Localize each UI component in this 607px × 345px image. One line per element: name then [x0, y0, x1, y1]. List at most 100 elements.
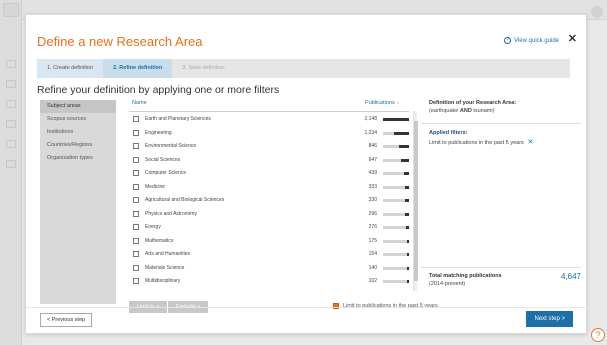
- background-sidebar: [0, 0, 22, 345]
- step-refine-definition: 2. Refine definition: [103, 59, 173, 78]
- publication-bar-fill: [405, 212, 409, 216]
- subject-checkbox[interactable]: [133, 116, 139, 122]
- definition-summary-panel: Definition of your Research Area: (earth…: [421, 100, 581, 290]
- filter-organization-types[interactable]: Organization types: [40, 152, 116, 165]
- list-item[interactable]: Social Sciences 647: [129, 155, 409, 166]
- definition-title: Definition of your Research Area:: [429, 100, 517, 106]
- publication-bar-fill: [406, 239, 409, 243]
- list-item[interactable]: Environmental Science 846: [129, 141, 409, 152]
- list-scrollbar[interactable]: [413, 111, 418, 291]
- subject-checkbox[interactable]: [133, 278, 139, 284]
- subject-checkbox[interactable]: [133, 224, 139, 230]
- view-quick-guide-link[interactable]: ? View quick guide: [504, 37, 559, 44]
- publication-bar-fill: [406, 280, 409, 283]
- subject-checkbox[interactable]: [133, 264, 139, 271]
- subject-name: Computer Science: [145, 170, 187, 176]
- total-matching-period: (2014-present): [429, 281, 466, 287]
- applied-filters-title: Applied filters:: [429, 130, 468, 136]
- filter-scopus-sources[interactable]: Scopus sources: [40, 113, 116, 126]
- remove-filter-icon[interactable]: ✕: [527, 139, 533, 146]
- total-matching-title: Total matching publications: [429, 273, 502, 279]
- publication-bar: [383, 253, 409, 256]
- help-icon[interactable]: ?: [591, 328, 605, 342]
- subject-name: Environmental Science: [145, 143, 197, 149]
- filter-countries-regions[interactable]: Countries/Regions: [40, 139, 116, 152]
- filter-subject-areas[interactable]: Subject areas: [40, 100, 116, 113]
- publication-bar: [383, 280, 409, 283]
- list-item[interactable]: Earth and Planetary Sciences 2,148: [129, 114, 409, 125]
- subject-name: Social Sciences: [145, 156, 181, 163]
- subject-checkbox[interactable]: [133, 237, 139, 244]
- publication-count: 330: [368, 197, 377, 203]
- publication-count: 439: [368, 170, 377, 176]
- publication-bar-fill: [406, 253, 409, 256]
- column-name-header[interactable]: Name: [132, 100, 147, 106]
- filter-institutions[interactable]: Institutions: [40, 126, 116, 139]
- list-item[interactable]: Energy 276: [129, 222, 409, 233]
- applied-filter-label: Limit to publications in the past 5 year…: [429, 140, 524, 146]
- subject-area-list: Earth and Planetary Sciences 2,148 Enginee…: [129, 111, 409, 288]
- definition-query: (earthquake AND tsunami): [429, 108, 494, 114]
- scroll-thumb[interactable]: [414, 121, 418, 281]
- subject-checkbox[interactable]: [133, 210, 139, 217]
- list-item[interactable]: Mathematics 175: [129, 236, 409, 247]
- previous-step-button[interactable]: < Previous step: [40, 313, 93, 327]
- subject-checkbox[interactable]: [133, 156, 139, 163]
- publication-bar-fill: [405, 226, 409, 229]
- quick-guide-label: View quick guide: [514, 37, 559, 44]
- limit-past-5-years-checkbox[interactable]: Limit to publications in the past 5 year…: [333, 303, 438, 309]
- define-research-area-modal: Define a new Research Area ? View quick …: [25, 14, 588, 334]
- publication-bar: [383, 226, 409, 229]
- publications-label: Publications: [365, 100, 395, 106]
- publication-bar-fill: [403, 172, 409, 175]
- subject-name: Agricultural and Biological Sciences: [145, 197, 225, 203]
- background-logo: [3, 3, 19, 17]
- list-item[interactable]: Computer Science 439: [129, 168, 409, 179]
- subject-name: Energy: [145, 224, 161, 230]
- subject-checkbox[interactable]: [133, 170, 139, 176]
- publication-bar-fill: [406, 266, 409, 270]
- publication-bar: [383, 239, 409, 243]
- subject-checkbox[interactable]: [133, 143, 139, 149]
- list-item[interactable]: Materials Science 140: [129, 263, 409, 274]
- subject-checkbox[interactable]: [133, 197, 139, 203]
- step-create-definition[interactable]: 1. Create definition: [37, 59, 104, 78]
- list-item[interactable]: Agricultural and Biological Sciences 330: [129, 195, 409, 206]
- publication-count: 846: [368, 143, 377, 149]
- publication-bar-fill: [401, 158, 409, 162]
- subject-name: Earth and Planetary Sciences: [145, 116, 211, 122]
- subject-name: Medicine: [145, 183, 166, 190]
- total-matching-count: 4,647: [560, 272, 581, 281]
- sort-down-icon: ↓: [396, 100, 399, 106]
- publication-count: 2,148: [364, 116, 377, 122]
- column-publications-header[interactable]: Publications ↓: [365, 100, 399, 106]
- divider: [421, 123, 581, 124]
- list-item[interactable]: Multidisciplinary 102: [129, 276, 409, 287]
- divider: [421, 267, 581, 268]
- list-item[interactable]: Physics and Astronomy 296: [129, 209, 409, 220]
- query-operator: AND: [459, 108, 472, 114]
- close-icon[interactable]: ✕: [568, 32, 577, 45]
- list-item[interactable]: Arts and Humanities 154: [129, 249, 409, 260]
- subject-checkbox[interactable]: [133, 183, 139, 190]
- applied-filter-item: Limit to publications in the past 5 year…: [429, 138, 533, 146]
- background-nav-icon: [6, 160, 16, 168]
- publication-bar: [383, 266, 409, 270]
- background-nav-icon: [6, 80, 16, 88]
- next-step-button[interactable]: Next step >: [526, 311, 573, 327]
- publication-bar: [383, 212, 409, 216]
- subject-name: Multidisciplinary: [145, 278, 181, 284]
- subject-checkbox[interactable]: [133, 129, 139, 136]
- subject-name: Engineering: [145, 129, 172, 136]
- subject-checkbox[interactable]: [133, 251, 139, 257]
- publication-count: 154: [368, 251, 377, 257]
- help-circle-icon: ?: [504, 37, 512, 44]
- publication-count: 1,234: [364, 129, 377, 136]
- list-item[interactable]: Medicine 333: [129, 182, 409, 193]
- modal-title: Define a new Research Area: [37, 34, 203, 49]
- background-avatar: [591, 6, 603, 18]
- list-item[interactable]: Engineering 1,234: [129, 128, 409, 139]
- publication-count: 647: [368, 156, 377, 163]
- background-nav-icon: [6, 100, 16, 108]
- step-save-definition: 3. Save definition: [182, 65, 225, 71]
